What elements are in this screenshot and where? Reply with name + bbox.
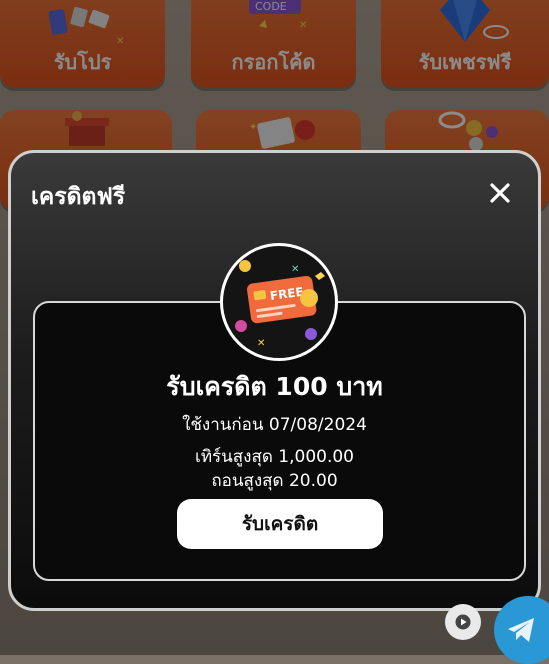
- max-turnover: เทิร์นสูงสุด 1,000.00: [195, 447, 354, 467]
- play-icon: [455, 614, 471, 630]
- modal-title: เครดิตฟรี: [31, 184, 126, 210]
- claim-credit-button[interactable]: รับเครดิต: [177, 499, 383, 549]
- close-button[interactable]: [484, 177, 516, 209]
- free-credit-badge: ✕ FREE ✕: [220, 243, 338, 361]
- free-credit-modal: เครดิตฟรี ✕ FREE ✕ รับเครดิต 100 บาท ใช้…: [8, 150, 541, 611]
- close-icon: [490, 183, 510, 203]
- free-credit-card-icon: ✕ FREE ✕: [235, 260, 325, 349]
- play-button[interactable]: [445, 604, 481, 640]
- expiry-date: ใช้งานก่อน 07/08/2024: [182, 415, 367, 435]
- telegram-icon: [508, 618, 534, 642]
- svg-text:✕: ✕: [291, 264, 299, 275]
- credit-amount: รับเครดิต 100 บาท: [166, 372, 383, 401]
- svg-text:✕: ✕: [257, 338, 265, 349]
- max-withdraw: ถอนสูงสุด 20.00: [211, 471, 338, 491]
